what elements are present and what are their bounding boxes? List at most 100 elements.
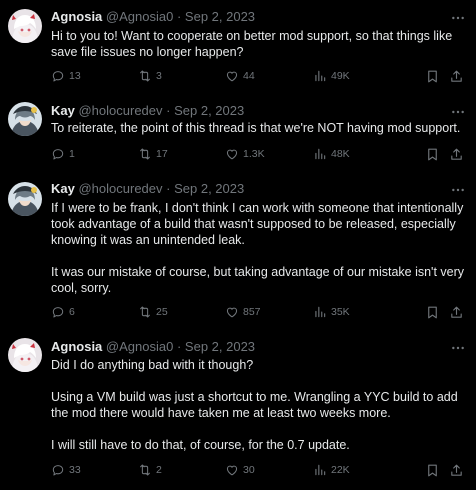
like-count: 857 — [243, 306, 261, 318]
reply-count: 13 — [69, 70, 81, 82]
tweet-paragraph: I will still have to do that, of course,… — [51, 438, 350, 452]
tweet-2[interactable]: Kay @holocuredev · Sep 2, 2023 To reiter… — [0, 98, 476, 178]
bookmark-button[interactable] — [425, 304, 440, 320]
reply-count: 6 — [69, 306, 75, 318]
bookmark-icon — [425, 463, 440, 478]
tweet-paragraph: Did I do anything bad with it though? — [51, 358, 254, 372]
repost-button[interactable]: 2 — [138, 462, 162, 478]
reply-icon — [51, 69, 65, 83]
display-name[interactable]: Agnosia — [51, 9, 102, 24]
tweet-1[interactable]: Agnosia @Agnosia0 · Sep 2, 2023 Hi to yo… — [0, 0, 476, 98]
avatar[interactable] — [8, 102, 42, 136]
share-button[interactable] — [449, 462, 464, 478]
tweet-header: Kay @holocuredev · Sep 2, 2023 — [51, 103, 244, 119]
reply-button[interactable]: 6 — [51, 304, 75, 320]
tweet-actions: 6 25 857 35K — [51, 304, 461, 320]
repost-button[interactable]: 3 — [138, 68, 162, 84]
views-icon — [313, 463, 327, 477]
tweet-paragraph: If I were to be frank, I don't think I c… — [51, 201, 464, 247]
reply-button[interactable]: 33 — [51, 462, 81, 478]
views-count: 35K — [331, 306, 350, 318]
like-count: 30 — [243, 464, 255, 476]
more-icon[interactable] — [450, 340, 466, 356]
user-handle[interactable]: @Agnosia0 — [106, 339, 173, 354]
share-button[interactable] — [449, 68, 464, 84]
reply-count: 1 — [69, 148, 75, 160]
like-count: 44 — [243, 70, 255, 82]
more-icon[interactable] — [450, 182, 466, 198]
separator-dot: · — [176, 9, 182, 24]
avatar[interactable] — [8, 338, 42, 372]
timestamp[interactable]: Sep 2, 2023 — [185, 9, 255, 24]
tweet-text: Did I do anything bad with it though? Us… — [51, 357, 466, 453]
reply-icon — [51, 305, 65, 319]
user-handle[interactable]: @holocuredev — [78, 181, 162, 196]
views-button[interactable]: 22K — [313, 462, 350, 478]
repost-icon — [138, 147, 152, 161]
heart-icon — [225, 147, 239, 161]
share-icon — [449, 305, 464, 320]
avatar[interactable] — [8, 182, 42, 216]
more-icon[interactable] — [450, 104, 466, 120]
separator-dot: · — [166, 181, 171, 196]
views-count: 49K — [331, 70, 350, 82]
repost-button[interactable]: 17 — [138, 146, 168, 162]
like-button[interactable]: 857 — [225, 304, 261, 320]
tweet-paragraph: It was our mistake of course, but taking… — [51, 265, 465, 295]
separator-dot: · — [166, 103, 171, 118]
views-button[interactable]: 35K — [313, 304, 350, 320]
repost-count: 3 — [156, 70, 162, 82]
heart-icon — [225, 305, 239, 319]
bookmark-button[interactable] — [425, 146, 440, 162]
share-button[interactable] — [449, 146, 464, 162]
tweet-text: Hi to you to! Want to cooperate on bette… — [51, 28, 466, 60]
bookmark-button[interactable] — [425, 68, 440, 84]
more-icon[interactable] — [450, 10, 466, 26]
views-button[interactable]: 48K — [313, 146, 350, 162]
tweet-paragraph: To reiterate, the point of this thread i… — [51, 121, 461, 135]
avatar[interactable] — [8, 9, 42, 43]
display-name[interactable]: Kay — [51, 103, 75, 118]
views-icon — [313, 147, 327, 161]
like-button[interactable]: 1.3K — [225, 146, 265, 162]
repost-count: 17 — [156, 148, 168, 160]
display-name[interactable]: Kay — [51, 181, 75, 196]
heart-icon — [225, 69, 239, 83]
bookmark-button[interactable] — [425, 462, 440, 478]
reply-icon — [51, 147, 65, 161]
views-button[interactable]: 49K — [313, 68, 350, 84]
share-icon — [449, 69, 464, 84]
reply-button[interactable]: 13 — [51, 68, 81, 84]
repost-button[interactable]: 25 — [138, 304, 168, 320]
user-handle[interactable]: @holocuredev — [78, 103, 162, 118]
share-button[interactable] — [449, 304, 464, 320]
timestamp[interactable]: Sep 2, 2023 — [174, 103, 244, 118]
tweet-text: To reiterate, the point of this thread i… — [51, 120, 466, 136]
tweet-paragraph: Hi to you to! Want to cooperate on bette… — [51, 29, 453, 59]
timestamp[interactable]: Sep 2, 2023 — [174, 181, 244, 196]
user-handle[interactable]: @Agnosia0 — [106, 9, 173, 24]
display-name[interactable]: Agnosia — [51, 339, 102, 354]
tweet-paragraph: Using a VM build was just a shortcut to … — [51, 390, 458, 420]
reply-button[interactable]: 1 — [51, 146, 75, 162]
repost-icon — [138, 305, 152, 319]
repost-icon — [138, 69, 152, 83]
like-button[interactable]: 30 — [225, 462, 255, 478]
bookmark-icon — [425, 147, 440, 162]
tweet-actions: 13 3 44 49K — [51, 68, 461, 84]
like-button[interactable]: 44 — [225, 68, 255, 84]
tweet-text: If I were to be frank, I don't think I c… — [51, 200, 466, 296]
views-count: 48K — [331, 148, 350, 160]
tweet-4[interactable]: Agnosia @Agnosia0 · Sep 2, 2023 Did I do… — [0, 333, 476, 490]
heart-icon — [225, 463, 239, 477]
reply-icon — [51, 463, 65, 477]
tweet-header: Agnosia @Agnosia0 · Sep 2, 2023 — [51, 9, 255, 25]
repost-count: 25 — [156, 306, 168, 318]
bookmark-icon — [425, 305, 440, 320]
bookmark-icon — [425, 69, 440, 84]
tweet-3[interactable]: Kay @holocuredev · Sep 2, 2023 If I were… — [0, 178, 476, 333]
repost-icon — [138, 463, 152, 477]
repost-count: 2 — [156, 464, 162, 476]
timestamp[interactable]: Sep 2, 2023 — [185, 339, 255, 354]
share-icon — [449, 147, 464, 162]
